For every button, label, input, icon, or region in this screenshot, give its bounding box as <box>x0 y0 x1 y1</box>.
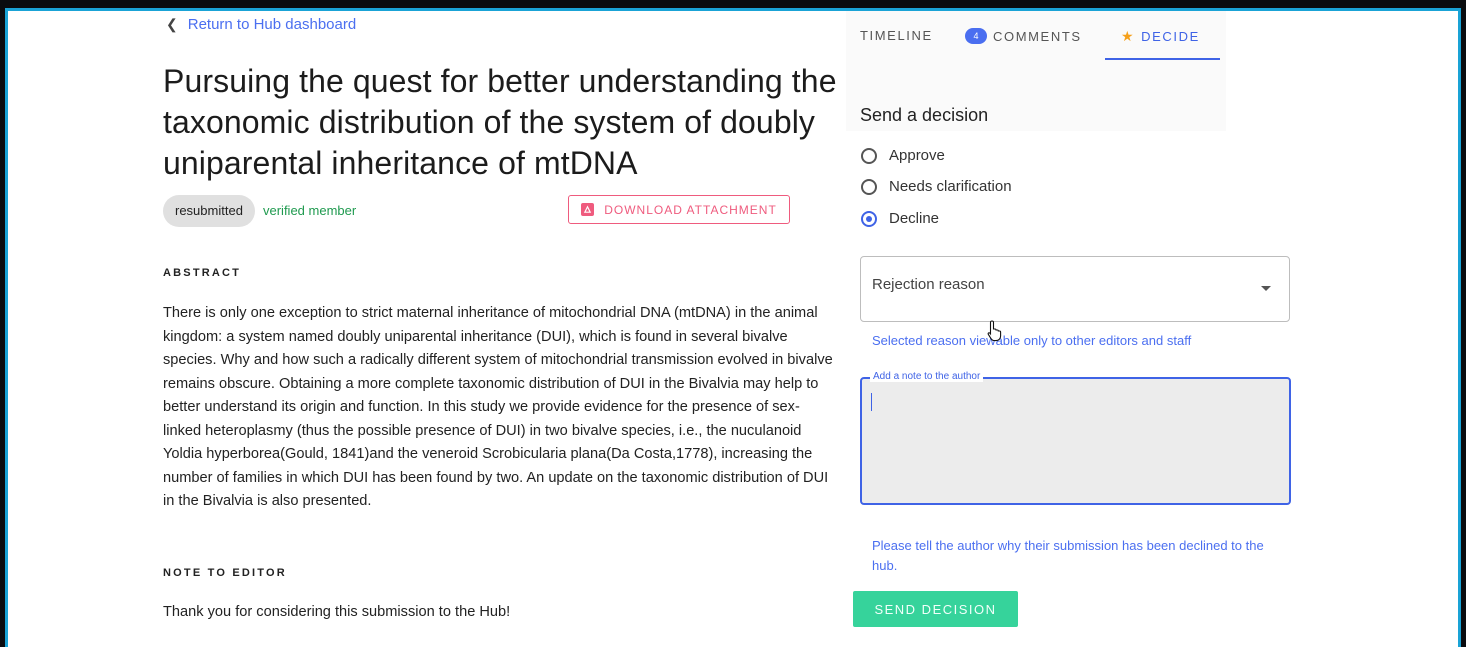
note-to-editor-heading: NOTE TO EDITOR <box>163 567 287 579</box>
decision-heading: Send a decision <box>860 105 989 125</box>
tab-comments-label: COMMENTS <box>993 28 1082 44</box>
comments-count-badge: 4 <box>965 28 987 44</box>
send-decision-button[interactable]: SEND DECISION <box>853 591 1018 627</box>
tab-decide-label: DECIDE <box>1141 29 1200 44</box>
radio-decline[interactable]: Decline <box>861 210 939 227</box>
download-attachment-label: DOWNLOAD ATTACHMENT <box>604 202 777 217</box>
abstract-text: There is only one exception to strict ma… <box>163 305 833 509</box>
rejection-reason-select[interactable]: Rejection reason <box>860 256 1290 322</box>
note-to-author-field[interactable]: Add a note to the author <box>860 371 1291 505</box>
tab-timeline[interactable]: TIMELINE <box>860 28 933 43</box>
radio-decline-circle[interactable] <box>861 210 877 227</box>
tab-comments[interactable]: 4 COMMENTS <box>965 28 1082 44</box>
radio-approve[interactable]: Approve <box>861 147 945 164</box>
editor-decision-page: ❮ Return to Hub dashboard Pursuing the q… <box>5 8 1461 647</box>
pdf-icon <box>581 203 595 216</box>
submission-title: Pursuing the quest for better understand… <box>163 63 837 181</box>
tab-decide[interactable]: ★ DECIDE <box>1121 28 1200 45</box>
abstract-heading: ABSTRACT <box>163 267 242 279</box>
chevron-left-icon: ❮ <box>166 16 178 32</box>
caret-down-icon <box>1261 286 1271 291</box>
radio-approve-label: Approve <box>889 147 945 164</box>
text-caret <box>871 393 872 411</box>
radio-needs-clarification-label: Needs clarification <box>889 178 1012 195</box>
star-icon: ★ <box>1121 28 1136 44</box>
radio-approve-circle[interactable] <box>861 147 877 164</box>
radio-needs-clarification-circle[interactable] <box>861 178 877 195</box>
download-attachment-button[interactable]: DOWNLOAD ATTACHMENT <box>568 195 790 224</box>
tab-timeline-label: TIMELINE <box>860 28 933 43</box>
note-to-editor-text: Thank you for considering this submissio… <box>163 604 511 620</box>
status-badge: resubmitted <box>163 195 255 227</box>
radio-needs-clarification[interactable]: Needs clarification <box>861 178 1012 195</box>
back-link-label: Return to Hub dashboard <box>187 16 357 33</box>
rejection-reason-helper: Selected reason viewable only to other e… <box>872 333 1192 348</box>
radio-decline-label: Decline <box>889 210 940 227</box>
note-to-author-label: Add a note to the author <box>870 371 984 382</box>
hand-pointer-icon <box>987 320 1002 342</box>
back-to-dashboard-link[interactable]: ❮ Return to Hub dashboard <box>166 16 356 33</box>
active-tab-indicator <box>1105 58 1220 60</box>
rejection-reason-label: Rejection reason <box>872 276 985 293</box>
note-to-author-helper: Please tell the author why their submiss… <box>872 538 1264 573</box>
verified-member-label: verified member <box>263 203 357 218</box>
